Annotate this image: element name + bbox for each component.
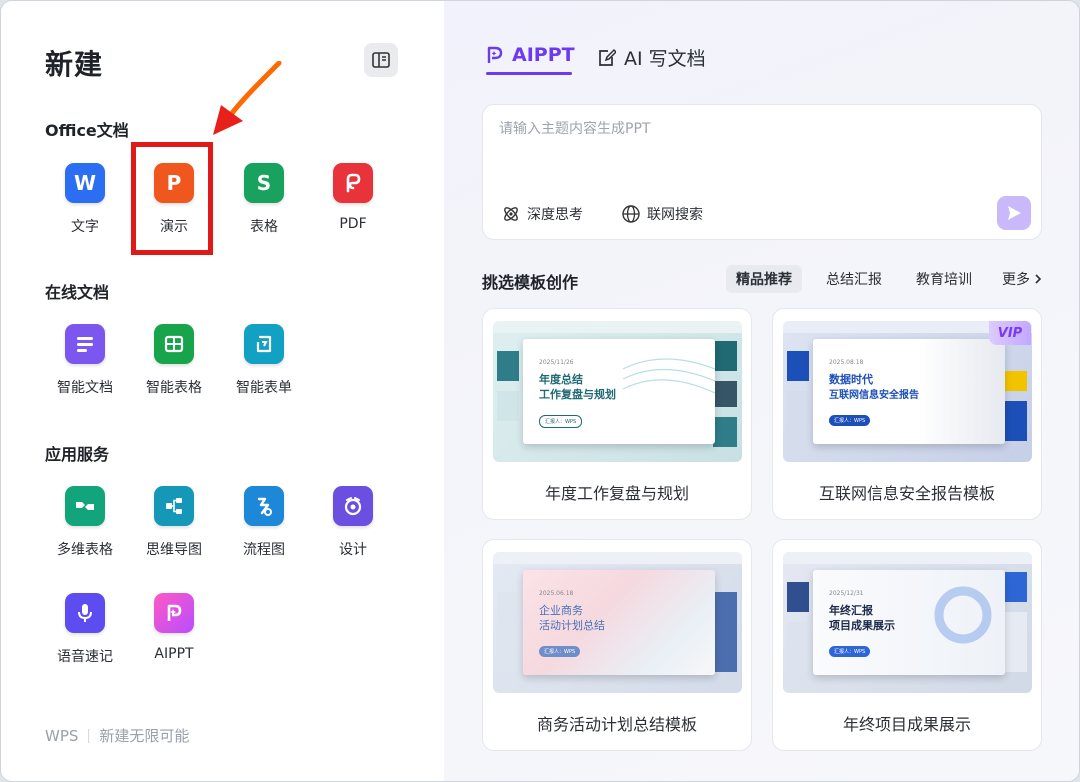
template-card[interactable]: 2025/12/31 年终汇报 项目成果展示 汇报人：WPS 年终项目成果展示 (772, 539, 1042, 751)
new-mind-map-button[interactable]: 思维导图 (134, 486, 214, 559)
aippt-tab-icon (487, 46, 503, 63)
slide-preview: 2025/11/26 年度总结 工作复盘与规划 汇报人：WPS (523, 339, 715, 444)
template-thumbnail: 2025/11/26 年度总结 工作复盘与规划 汇报人：WPS (493, 321, 742, 462)
microphone-icon (65, 593, 105, 633)
new-flowchart-button[interactable]: 流程图 (224, 486, 304, 559)
app-label: AIPPT (154, 646, 194, 662)
new-smart-doc-button[interactable]: 智能文档 (45, 324, 125, 397)
new-document-window: 新建 Office文档 W 文字 P 演示 S 表格 PDF 在线文档 智能文档… (0, 0, 1080, 782)
aippt-icon (154, 593, 194, 633)
deep-think-toggle[interactable]: 深度思考 (501, 204, 583, 224)
new-multi-table-button[interactable]: 多维表格 (45, 486, 125, 559)
app-label: 智能表格 (146, 380, 202, 396)
templates-title: 挑选模板创作 (482, 273, 579, 292)
footer-brand: WPS (45, 726, 79, 745)
app-label: 多维表格 (57, 542, 113, 558)
web-search-toggle[interactable]: 联网搜索 (621, 204, 703, 224)
footer: WPS 新建无限可能 (45, 725, 189, 746)
section-title-office: Office文档 (45, 121, 129, 140)
sidebar-toggle-button[interactable] (364, 43, 398, 77)
multi-table-icon (65, 486, 105, 526)
new-word-doc-button[interactable]: W 文字 (45, 163, 125, 236)
template-caption: 商务活动计划总结模板 (536, 715, 697, 734)
chevron-right-icon (1035, 274, 1042, 284)
section-title-online: 在线文档 (45, 283, 110, 302)
app-label: 表格 (250, 219, 278, 235)
sidebar-panel-icon (372, 52, 390, 68)
footer-slogan: 新建无限可能 (99, 727, 190, 745)
footer-divider (88, 728, 90, 743)
mind-map-icon (154, 486, 194, 526)
prompt-input[interactable] (499, 121, 1019, 137)
spreadsheet-icon: S (244, 163, 284, 203)
chip-label: 联网搜索 (647, 207, 703, 223)
new-smart-form-button[interactable]: 智能表单 (224, 324, 304, 397)
app-label: 智能表单 (236, 380, 292, 396)
flowchart-icon (244, 486, 284, 526)
template-caption: 年终项目成果展示 (842, 715, 971, 734)
vip-badge: VIP (989, 321, 1031, 345)
smart-form-icon (244, 324, 284, 364)
slide-preview: 2025.06.18 企业商务 活动计划总结 汇报人：WPS (523, 570, 715, 675)
new-pdf-button[interactable]: PDF (313, 163, 393, 232)
new-spreadsheet-button[interactable]: S 表格 (224, 163, 304, 236)
filter-more[interactable]: 更多 (992, 265, 1045, 293)
deep-think-icon (504, 207, 518, 221)
filter-education[interactable]: 教育培训 (906, 265, 982, 293)
template-caption: 年度工作复盘与规划 (544, 484, 689, 503)
new-design-button[interactable]: 设计 (313, 486, 393, 559)
design-icon (333, 486, 373, 526)
smart-sheet-icon (154, 324, 194, 364)
highlight-box (131, 142, 213, 255)
filter-featured[interactable]: 精品推荐 (726, 265, 802, 293)
template-card[interactable]: 2025/11/26 年度总结 工作复盘与规划 汇报人：WPS 年度工作复盘与规… (482, 308, 752, 520)
app-label: 流程图 (243, 542, 285, 558)
slide-preview: 2025/12/31 年终汇报 项目成果展示 汇报人：WPS (813, 570, 1005, 675)
word-doc-icon: W (65, 163, 105, 203)
template-caption: 互联网信息安全报告模板 (818, 484, 995, 503)
chip-label: 深度思考 (527, 207, 583, 223)
app-label: 语音速记 (57, 649, 113, 665)
app-label: 智能文档 (57, 380, 113, 396)
new-smart-sheet-button[interactable]: 智能表格 (134, 324, 214, 397)
send-icon (1008, 206, 1021, 220)
left-panel: 新建 Office文档 W 文字 P 演示 S 表格 PDF 在线文档 智能文档… (1, 1, 444, 781)
smart-doc-icon (65, 324, 105, 364)
app-label: 思维导图 (146, 542, 202, 558)
tab-ai-write[interactable]: AI 写文档 (598, 44, 706, 71)
filter-summary-report[interactable]: 总结汇报 (816, 265, 892, 293)
template-thumbnail: 2025/12/31 年终汇报 项目成果展示 汇报人：WPS (783, 552, 1032, 693)
pointer-arrow-icon (213, 61, 282, 135)
template-card[interactable]: 2025.08.18 数据时代 互联网信息安全报告 汇报人：WPS VIP 互联… (772, 308, 1042, 520)
prompt-box: 深度思考 联网搜索 (482, 104, 1042, 240)
template-card[interactable]: 2025.06.18 企业商务 活动计划总结 汇报人：WPS 商务活动计划总结模… (482, 539, 752, 751)
app-label: PDF (339, 216, 367, 232)
tab-aippt[interactable]: AIPPT (486, 44, 575, 66)
new-voice-note-button[interactable]: 语音速记 (45, 593, 125, 666)
section-title-services: 应用服务 (45, 445, 110, 464)
send-button[interactable] (997, 196, 1031, 230)
tab-label: AI 写文档 (624, 48, 706, 70)
filter-more-label: 更多 (1002, 272, 1030, 288)
ai-write-icon (599, 48, 616, 66)
globe-icon (622, 205, 640, 223)
template-thumbnail: 2025.06.18 企业商务 活动计划总结 汇报人：WPS (493, 552, 742, 693)
tab-label: AIPPT (512, 44, 575, 66)
app-label: 文字 (71, 219, 99, 235)
pdf-icon (333, 163, 373, 203)
right-panel: AIPPT AI 写文档 深度思考 联网搜索 挑选模板创作 精品推荐 总结汇报 … (444, 1, 1079, 781)
active-tab-indicator (486, 72, 572, 75)
slide-preview: 2025.08.18 数据时代 互联网信息安全报告 汇报人：WPS (813, 339, 1005, 444)
app-label: 设计 (339, 542, 367, 558)
page-title: 新建 (45, 48, 104, 81)
new-aippt-button[interactable]: AIPPT (134, 593, 214, 662)
